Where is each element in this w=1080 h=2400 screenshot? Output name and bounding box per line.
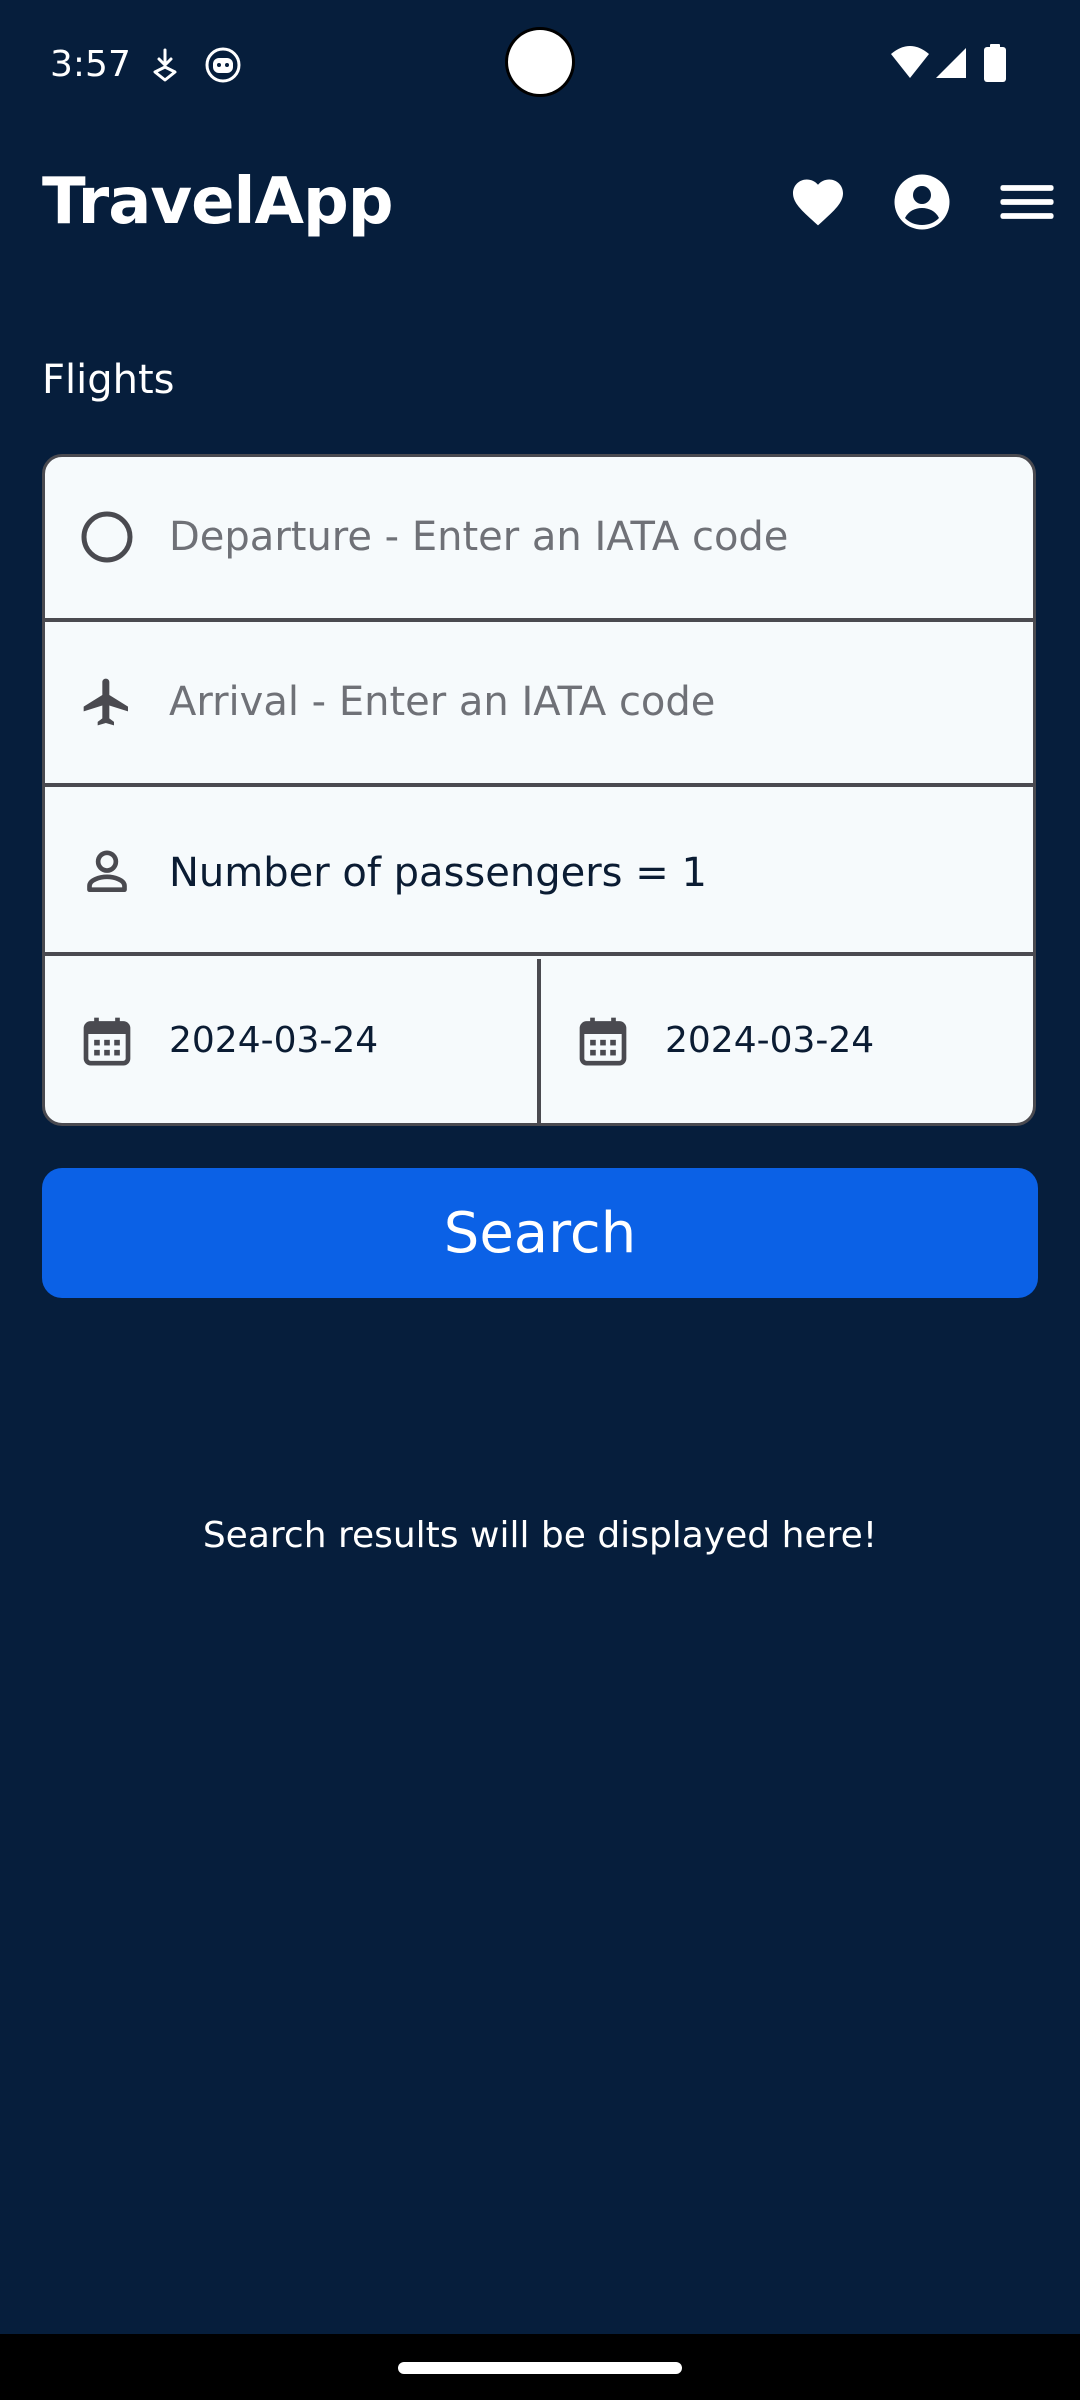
flight-search-form: Number of passengers = 1 2024-03-24 — [42, 454, 1036, 1126]
airplane-icon — [83, 678, 128, 726]
cellular-signal-icon — [936, 48, 966, 78]
circle-outline-icon — [81, 511, 133, 563]
flights-section-label: Flights — [42, 357, 175, 403]
person-icon — [87, 850, 127, 892]
calendar-icon — [83, 1017, 131, 1066]
heart-icon[interactable] — [788, 172, 848, 232]
app-title: TravelApp — [42, 165, 394, 239]
android-robot-icon — [205, 47, 241, 83]
passengers-count: Number of passengers = 1 — [169, 850, 707, 896]
return-date-value: 2024-03-24 — [665, 1020, 875, 1061]
departure-date-field[interactable]: 2024-03-24 — [45, 959, 541, 1123]
passengers-row[interactable]: Number of passengers = 1 — [45, 791, 1033, 956]
status-time: 3:57 — [50, 44, 131, 85]
arrival-input[interactable] — [169, 666, 989, 738]
return-date-field[interactable]: 2024-03-24 — [541, 959, 1033, 1123]
camera-cutout — [508, 30, 572, 94]
search-button[interactable]: Search — [42, 1168, 1038, 1298]
home-gesture-handle[interactable] — [398, 2362, 682, 2374]
departure-input[interactable] — [169, 501, 989, 573]
menu-icon[interactable] — [998, 172, 1056, 232]
download-badge-icon — [153, 48, 177, 82]
departure-date-value: 2024-03-24 — [169, 1020, 379, 1061]
account-circle-icon[interactable] — [892, 172, 952, 232]
wifi-icon — [891, 46, 929, 78]
dates-row: 2024-03-24 2024-03-24 — [45, 959, 1033, 1123]
arrival-row — [45, 622, 1033, 787]
status-bar: 3:57 — [0, 0, 1080, 130]
results-placeholder: Search results will be displayed here! — [202, 1515, 878, 1556]
battery-icon — [984, 44, 1006, 82]
calendar-icon — [579, 1017, 627, 1066]
departure-row — [45, 457, 1033, 622]
